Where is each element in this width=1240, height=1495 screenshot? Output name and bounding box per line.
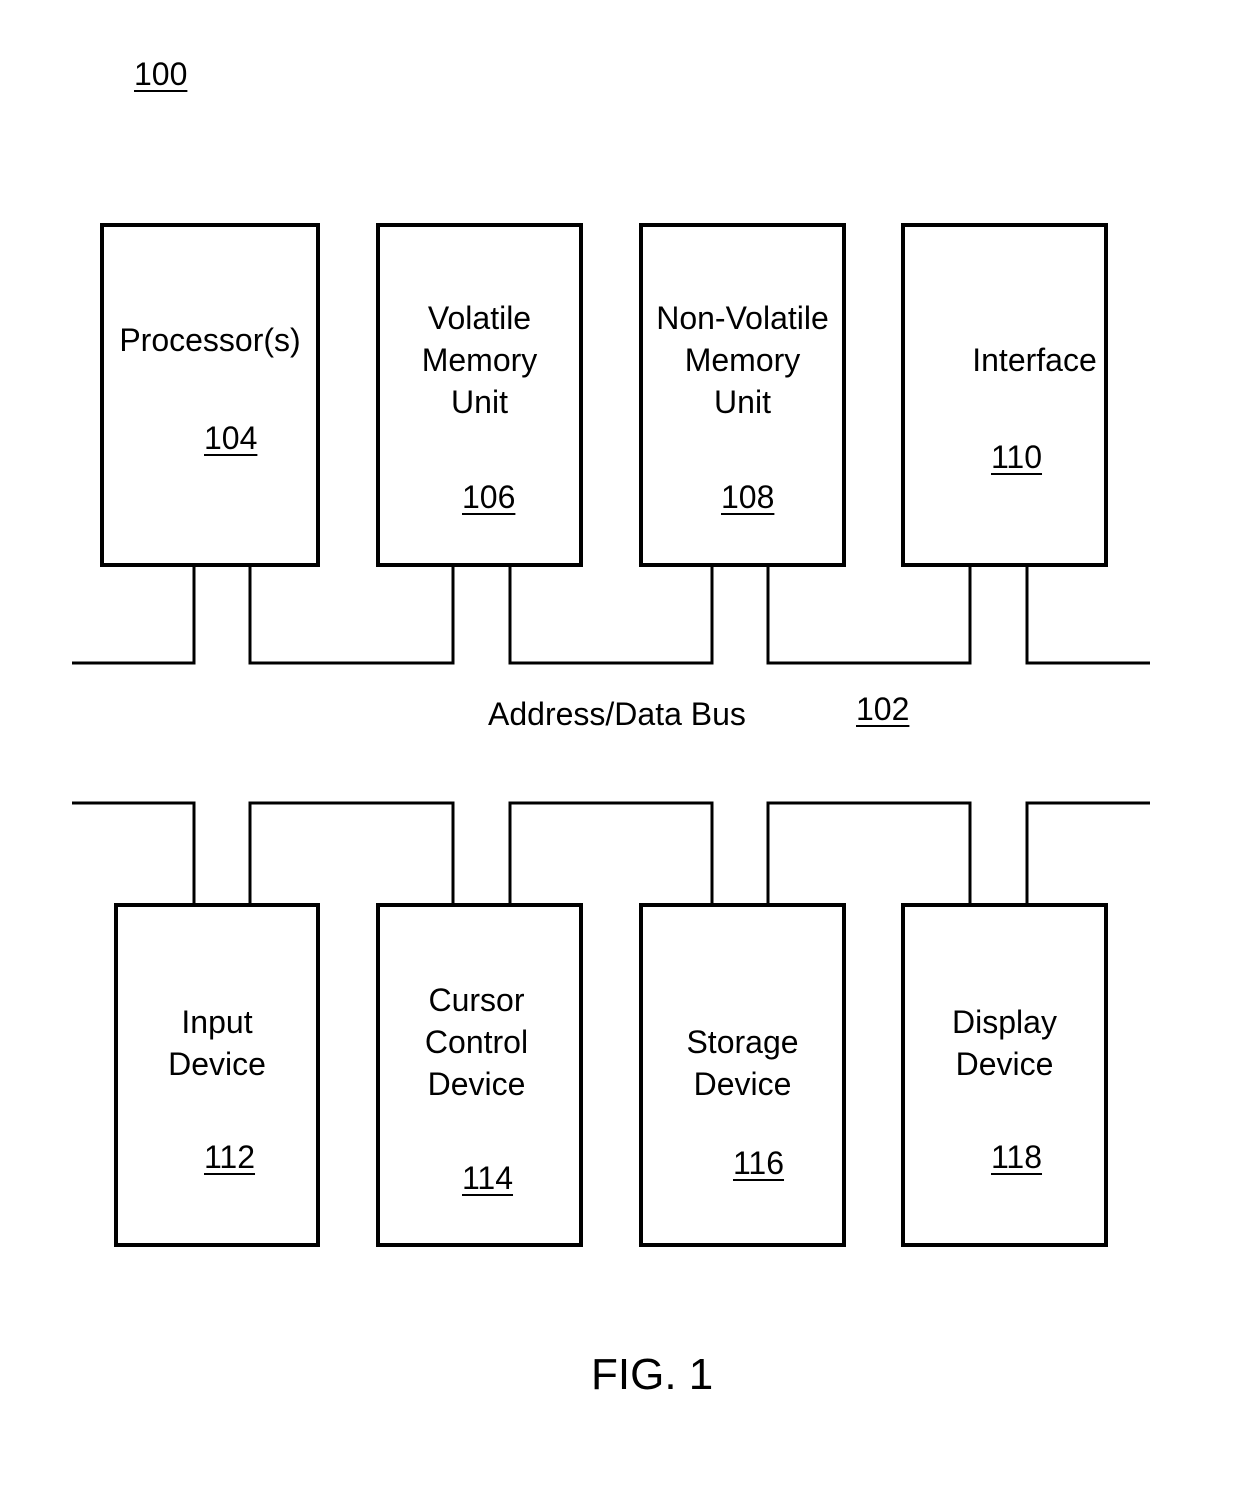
display-device-ref: 118 [991,1139,1043,1175]
display-device-label: Display Device [952,1004,1057,1082]
interface-ref: 110 [991,439,1043,475]
bottom-bus-line [248,801,455,905]
top-bus-line [766,565,972,665]
figure-caption: FIG. 1 [591,1350,714,1399]
bottom-bus-line [72,801,196,905]
volatile-memory-ref: 106 [462,479,516,515]
top-bus-line [248,565,455,665]
processor-label: Processor(s) [119,322,301,358]
bottom-bus-line [508,801,714,905]
top-bus-line [508,565,714,665]
volatile-memory-box: Volatile Memory Unit 106 [376,223,583,567]
processor-ref: 104 [204,420,258,456]
input-device-label: Input Device [168,1004,266,1082]
storage-device-label: Storage Device [686,1024,799,1102]
bus-label: Address/Data Bus [488,696,746,732]
display-device-box: Display Device 118 [901,903,1108,1247]
non-volatile-memory-box: Non-Volatile Memory Unit 108 [639,223,846,567]
non-volatile-memory-label: Non-Volatile Memory Unit [656,300,829,420]
bus-ref: 102 [856,691,910,727]
input-device-box: Input Device 112 [114,903,320,1247]
interface-label: Interface [972,342,1097,378]
cursor-control-device-box: Cursor Control Device 114 [376,903,583,1247]
storage-device-box: Storage Device 116 [639,903,846,1247]
processor-box: Processor(s) 104 [100,223,320,567]
volatile-memory-label: Volatile Memory Unit [421,300,538,420]
storage-device-ref: 116 [733,1145,785,1181]
interface-box: Interface 110 [901,223,1108,567]
bottom-bus-line [766,801,972,905]
top-bus-line [72,565,196,665]
top-bus-line [1025,565,1150,665]
input-device-ref: 112 [204,1139,256,1175]
cursor-control-device-label: Cursor Control Device [424,982,529,1102]
bottom-bus-line [1025,801,1150,905]
cursor-control-device-ref: 114 [462,1160,514,1196]
non-volatile-memory-ref: 108 [721,479,775,515]
